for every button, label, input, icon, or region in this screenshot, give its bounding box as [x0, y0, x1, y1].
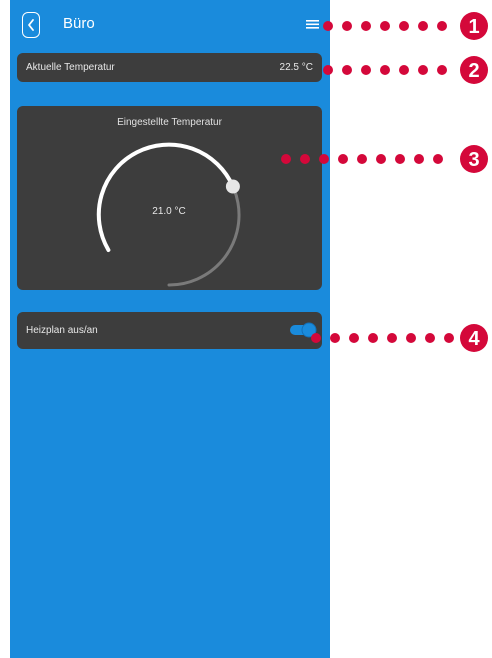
annotation-dot	[433, 154, 443, 164]
annotation-dot	[418, 65, 428, 75]
annotation-dot	[311, 333, 321, 343]
annotation-dot	[349, 333, 359, 343]
annotation-dots-3	[281, 154, 443, 164]
annotation-dot	[357, 154, 367, 164]
annotation-number-1: 1	[468, 16, 479, 38]
annotation-dot	[330, 333, 340, 343]
annotation-dot	[323, 21, 333, 31]
annotation-dot	[342, 65, 352, 75]
annotation-dot	[414, 154, 424, 164]
annotation-dot	[361, 21, 371, 31]
annotation-dot	[406, 333, 416, 343]
annotation-dot	[387, 333, 397, 343]
annotation-dot	[437, 65, 447, 75]
annotation-number-4: 4	[468, 328, 480, 350]
annotation-number-3: 3	[468, 149, 479, 171]
annotation-dot	[361, 65, 371, 75]
annotation-dot	[395, 154, 405, 164]
annotation-dot	[323, 65, 333, 75]
annotation-dots-1	[323, 21, 447, 31]
annotation-dot	[300, 154, 310, 164]
annotation-dot	[281, 154, 291, 164]
annotation-dot	[399, 21, 409, 31]
annotation-dot	[444, 333, 454, 343]
annotation-dot	[338, 154, 348, 164]
annotation-dot	[342, 21, 352, 31]
annotation-dot	[319, 154, 329, 164]
annotation-overlay: 1 2 3 4	[281, 12, 488, 352]
annotation-dots-2	[323, 65, 447, 75]
annotation-dot	[437, 21, 447, 31]
annotation-dot	[418, 21, 428, 31]
annotation-dot	[376, 154, 386, 164]
annotation-dot	[380, 21, 390, 31]
annotation-dots-4	[311, 333, 454, 343]
annotation-dot	[368, 333, 378, 343]
annotation-dot	[425, 333, 435, 343]
annotation-number-2: 2	[468, 60, 479, 82]
annotation-dot	[380, 65, 390, 75]
annotation-dot	[399, 65, 409, 75]
